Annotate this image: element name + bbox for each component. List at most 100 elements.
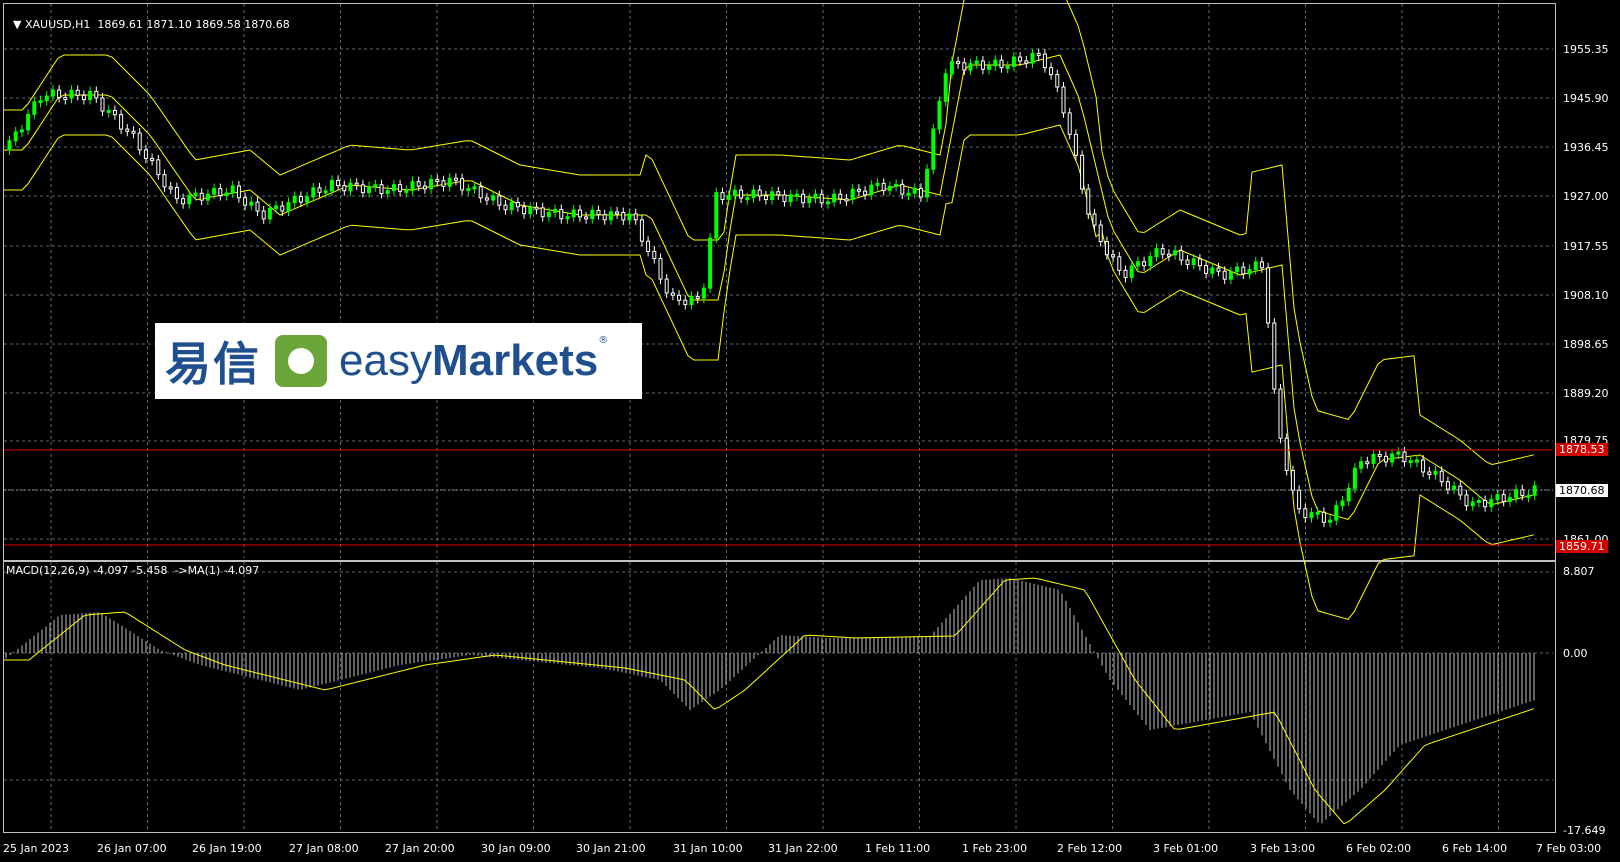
candle-body <box>429 179 434 190</box>
candle-body <box>1073 133 1078 156</box>
candle-body <box>1445 481 1450 490</box>
candle-body <box>559 208 564 220</box>
candle-body <box>708 237 713 289</box>
time-label: 26 Jan 07:00 <box>97 842 167 855</box>
time-label: 1 Feb 23:00 <box>962 842 1028 855</box>
candle-body <box>751 189 756 199</box>
candle-body <box>453 177 458 181</box>
candle-body <box>336 179 341 187</box>
candle-body <box>720 192 725 200</box>
candle-body <box>230 185 235 194</box>
candle-body <box>1297 489 1302 510</box>
candle-body <box>69 89 74 99</box>
candle-body <box>1228 271 1233 280</box>
candle-body <box>968 63 973 71</box>
candle-body <box>1532 485 1537 496</box>
candle-body <box>621 212 626 221</box>
candle-body <box>422 185 427 190</box>
candle-body <box>1104 241 1109 256</box>
candle-body <box>1129 265 1134 278</box>
candle-body <box>317 187 322 193</box>
candle-body <box>956 61 961 65</box>
candle-body <box>937 100 942 130</box>
candle-body <box>1204 265 1209 274</box>
candle-body <box>776 191 781 196</box>
candle-body <box>1179 250 1184 261</box>
candle-body <box>311 187 316 198</box>
candle-body <box>782 194 787 203</box>
candle-body <box>360 184 365 194</box>
candle-body <box>1458 485 1463 496</box>
candle-body <box>1402 451 1407 463</box>
candle-body <box>305 196 310 203</box>
candle-body <box>652 250 657 260</box>
logo-registered-mark: ® <box>598 335 609 346</box>
candle-body <box>416 181 421 187</box>
candle-body <box>1321 511 1326 523</box>
candle-body <box>1135 261 1140 267</box>
time-label: 27 Jan 08:00 <box>289 842 359 855</box>
candle-body <box>1439 470 1444 483</box>
candle-body <box>1247 269 1252 275</box>
candle-body <box>540 207 545 218</box>
candle-body <box>1315 511 1320 515</box>
support-level-tag: 1859.71 <box>1556 540 1608 553</box>
candle-body <box>695 295 700 299</box>
candle-body <box>267 208 272 220</box>
candle-body <box>131 130 136 134</box>
candle-body <box>1290 469 1295 491</box>
candle-body <box>292 195 297 204</box>
candle-body <box>187 194 192 205</box>
candle-body <box>1055 74 1060 88</box>
candle-body <box>1371 453 1376 465</box>
candle-body <box>1464 494 1469 507</box>
candle-body <box>1427 471 1432 475</box>
candle-body <box>1222 270 1227 280</box>
candle-body <box>1253 261 1258 271</box>
candle-body <box>367 186 372 194</box>
candle-body <box>379 184 384 194</box>
collapse-triangle-icon[interactable]: ▼ <box>13 18 21 31</box>
candle-body <box>236 185 241 199</box>
candle-body <box>1272 322 1277 390</box>
candle-body <box>38 100 43 104</box>
candle-body <box>1495 494 1500 501</box>
candle-body <box>354 182 359 186</box>
candle-body <box>342 185 347 192</box>
price-label: 1908.10 <box>1563 289 1609 302</box>
candle-body <box>1235 266 1240 273</box>
candle-body <box>832 193 837 203</box>
candle-body <box>701 287 706 299</box>
candle-body <box>1030 52 1035 64</box>
candle-body <box>243 197 248 206</box>
candle-body <box>125 128 130 132</box>
candle-body <box>1266 267 1271 324</box>
candle-body <box>974 60 979 65</box>
candle-body <box>1142 261 1147 267</box>
macd-indicator-pane[interactable] <box>3 561 1556 833</box>
candle-body <box>1067 112 1072 135</box>
candle-body <box>1377 453 1382 457</box>
candle-body <box>894 183 899 187</box>
candle-body <box>1216 267 1221 272</box>
candle-body <box>912 187 917 194</box>
price-label: 1889.20 <box>1563 387 1609 400</box>
candle-body <box>1259 261 1264 269</box>
candle-body <box>1036 52 1041 56</box>
candle-body <box>1123 269 1128 278</box>
candle-body <box>168 186 173 190</box>
candle-body <box>838 193 843 200</box>
candle-body <box>584 216 589 220</box>
candle-body <box>329 179 334 192</box>
candle-body <box>658 258 663 280</box>
candle-body <box>286 202 291 212</box>
current-price-tag: 1870.68 <box>1556 484 1608 497</box>
candle-body <box>844 198 849 202</box>
candle-body <box>757 189 762 197</box>
candle-body <box>528 206 533 215</box>
candle-body <box>987 65 992 70</box>
candle-body <box>534 206 539 210</box>
candle-body <box>435 179 440 183</box>
candle-body <box>887 185 892 191</box>
price-label: 1898.65 <box>1563 338 1609 351</box>
